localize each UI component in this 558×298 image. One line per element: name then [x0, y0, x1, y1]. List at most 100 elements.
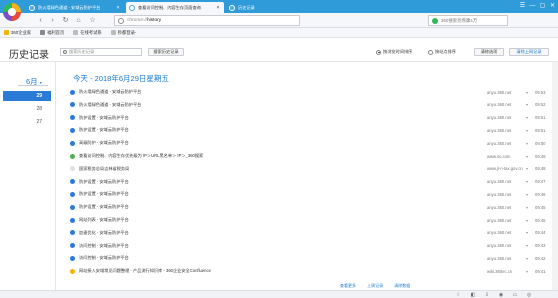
tab-label: 历史记录: [238, 4, 255, 10]
row-menu-icon[interactable]: ▾: [526, 192, 528, 197]
history-row[interactable]: 防护设置 - 安域云防护平台 anyu.360.net ▾ 09:46: [70, 189, 550, 199]
close-window-icon[interactable]: ✕: [548, 1, 557, 11]
favicon-icon: [70, 230, 75, 236]
refresh-icon[interactable]: ↻: [61, 16, 70, 25]
download-icon[interactable]: ⇩: [484, 292, 490, 298]
history-title[interactable]: 防护设置 - 安域云防护平台: [79, 127, 550, 133]
back-icon[interactable]: ‹: [36, 16, 45, 25]
row-menu-icon[interactable]: ▾: [526, 243, 528, 248]
folder-icon: [4, 30, 9, 35]
sort-by-site-radio[interactable]: 按站点排序: [428, 49, 456, 55]
history-title[interactable]: 查看访问控制、内容生存优先级为 IP＞URL黑名单＞ IP＞_360搜索: [79, 153, 550, 159]
row-menu-icon[interactable]: ▾: [526, 90, 528, 95]
history-title[interactable]: 防护设置 - 安域云防护平台: [79, 204, 550, 210]
sidebar-day-27[interactable]: 27: [3, 117, 51, 127]
row-menu-icon[interactable]: ▾: [526, 154, 528, 159]
row-menu-icon[interactable]: ▾: [526, 256, 528, 261]
history-title[interactable]: 网站列表 - 安域云防护平台: [79, 217, 550, 223]
history-title[interactable]: 网站接入安域常见问题整理 - 产品流行知识库 - 360企业安全Confluen…: [79, 268, 550, 274]
forward-icon[interactable]: ›: [48, 16, 57, 25]
history-title[interactable]: 防护设置 - 安域云防护平台: [79, 179, 550, 185]
favicon-icon: [70, 115, 75, 121]
address-scheme: chrome://: [127, 18, 147, 23]
bookmark-item[interactable]: 福利首页: [40, 30, 64, 36]
history-row[interactable]: 防火墙绿色通道 - 安域云防护平台 anyu.360.net ▾ 09:53: [70, 87, 550, 97]
history-title[interactable]: 国家税务总局吉林省税务局: [79, 166, 550, 172]
row-menu-icon[interactable]: ▾: [526, 230, 528, 235]
history-row[interactable]: 高级防护 - 安域云防护平台 anyu.360.net ▾ 09:50: [70, 138, 550, 148]
bottom-link[interactable]: 上周记录: [367, 283, 383, 288]
row-menu-icon[interactable]: ▾: [526, 128, 528, 133]
history-row[interactable]: 加速优化 - 安域云防护平台 anyu.360.net ▾ 09:44: [70, 228, 550, 238]
row-menu-icon[interactable]: ▾: [526, 115, 528, 120]
history-title[interactable]: 加速优化 - 安域云防护平台: [79, 230, 550, 236]
address-path: history: [147, 18, 162, 23]
history-title[interactable]: 访问控制 - 安域云防护平台: [79, 243, 550, 249]
bottom-link[interactable]: 清除数据: [394, 283, 410, 288]
star-icon[interactable]: ☆: [88, 16, 97, 25]
tab-firewall[interactable]: 防火墙绿色通道 - 安域云防护平台 ×: [26, 2, 124, 13]
tab-history[interactable]: 历史记录: [226, 2, 266, 13]
history-row[interactable]: 访问控制 - 安域云防护平台 anyu.360.net ▾ 09:43: [70, 241, 550, 251]
menu-icon[interactable]: ☰: [518, 1, 527, 11]
night-mode-icon[interactable]: ☾: [456, 292, 462, 298]
row-menu-icon[interactable]: ▾: [526, 218, 528, 223]
sound-icon[interactable]: ◉: [498, 292, 504, 298]
bookmark-label: 360企业家: [11, 29, 32, 35]
maximize-icon[interactable]: ▢: [538, 1, 547, 11]
history-row[interactable]: 防护设置 - 安域云防护平台 anyu.360.net ▾ 09:51: [70, 125, 550, 135]
history-row[interactable]: 防护设置 - 安域云防护平台 anyu.360.net ▾ 09:51: [70, 113, 550, 123]
home-icon[interactable]: ⌂: [74, 16, 83, 25]
history-time: 09:44: [535, 230, 546, 236]
address-bar[interactable]: chrome:// history: [114, 15, 300, 26]
history-row[interactable]: 防护设置 - 安域云防护平台 anyu.360.net ▾ 09:47: [70, 177, 550, 187]
history-search-input[interactable]: 搜索历史记录: [60, 48, 142, 56]
history-title[interactable]: 防火墙绿色通道 - 安域云防护平台: [79, 102, 550, 108]
history-domain: www.jl-n-tax.gov.cn: [487, 166, 523, 172]
history-row[interactable]: 查看访问控制、内容生存优先级为 IP＞URL黑名单＞ IP＞_360搜索 www.…: [70, 151, 550, 161]
browser-logo[interactable]: [3, 3, 21, 21]
row-menu-icon[interactable]: ▾: [526, 141, 528, 146]
history-title[interactable]: 访问控制 - 安域云防护平台: [79, 255, 550, 261]
history-row[interactable]: 网站列表 - 安域云防护平台 anyu.360.net ▾ 09:45: [70, 215, 550, 225]
search-history-button[interactable]: 搜索历史记录: [148, 48, 184, 56]
clear-history-button[interactable]: 清除上网记录: [509, 48, 549, 56]
minimize-icon[interactable]: —: [528, 1, 537, 11]
sidebar-day-28[interactable]: 28: [3, 104, 51, 114]
history-row[interactable]: 网站接入安域常见问题整理 - 产品流行知识库 - 360企业安全Confluen…: [70, 266, 550, 276]
history-title[interactable]: 高级防护 - 安域云防护平台: [79, 140, 550, 146]
zoom-icon[interactable]: ◎: [526, 292, 532, 298]
close-icon[interactable]: ×: [115, 5, 121, 11]
scrollbar[interactable]: [552, 62, 558, 290]
history-row[interactable]: 防火墙绿色通道 - 安域云防护平台 anyu.360.net ▾ 09:52: [70, 100, 550, 110]
split-screen-icon[interactable]: ◧: [470, 292, 476, 298]
favicon-icon: [70, 179, 75, 185]
radio-icon: [428, 49, 433, 55]
site-icon: [29, 4, 35, 11]
bookmark-item[interactable]: 秒都登录-: [110, 30, 136, 36]
bookmark-item[interactable]: 360企业家: [4, 30, 31, 36]
sort-by-time-radio[interactable]: 按浏览时间排序: [376, 49, 412, 55]
history-row[interactable]: 访问控制 - 安域云防护平台 anyu.360.net ▾ 09:42: [70, 253, 550, 263]
history-row[interactable]: 国家税务总局吉林省税务局 www.jl-n-tax.gov.cn ▾ 09:48: [70, 164, 550, 174]
history-domain: anyu.360.net: [487, 115, 512, 121]
search-360-input[interactable]: 360搜索亮燕康4万: [428, 15, 508, 26]
history-row[interactable]: 防护设置 - 安域云防护平台 anyu.360.net ▾ 09:45: [70, 202, 550, 212]
history-title[interactable]: 防护设置 - 安域云防护平台: [79, 191, 550, 197]
bookmark-item[interactable]: 在线考试系: [73, 30, 102, 36]
page-icon: [118, 17, 124, 24]
row-menu-icon[interactable]: ▾: [526, 166, 528, 171]
row-menu-icon[interactable]: ▾: [526, 179, 528, 184]
close-icon[interactable]: ×: [215, 5, 221, 11]
window-icon[interactable]: ▭: [512, 292, 518, 298]
favicon-icon: [70, 255, 75, 261]
row-menu-icon[interactable]: ▾: [526, 102, 528, 107]
sidebar-day-29[interactable]: 29: [3, 91, 51, 101]
clear-selected-button[interactable]: 清除选项: [474, 48, 504, 56]
history-title[interactable]: 防火墙绿色通道 - 安域云防护平台: [79, 89, 550, 95]
tab-search[interactable]: 查看访问控制、内容生存页面查询 ×: [126, 2, 224, 13]
row-menu-icon[interactable]: ▾: [526, 205, 528, 210]
history-title[interactable]: 防护设置 - 安域云防护平台: [79, 115, 550, 121]
bottom-link[interactable]: 查看更多: [340, 283, 356, 288]
row-menu-icon[interactable]: ▾: [526, 269, 528, 274]
